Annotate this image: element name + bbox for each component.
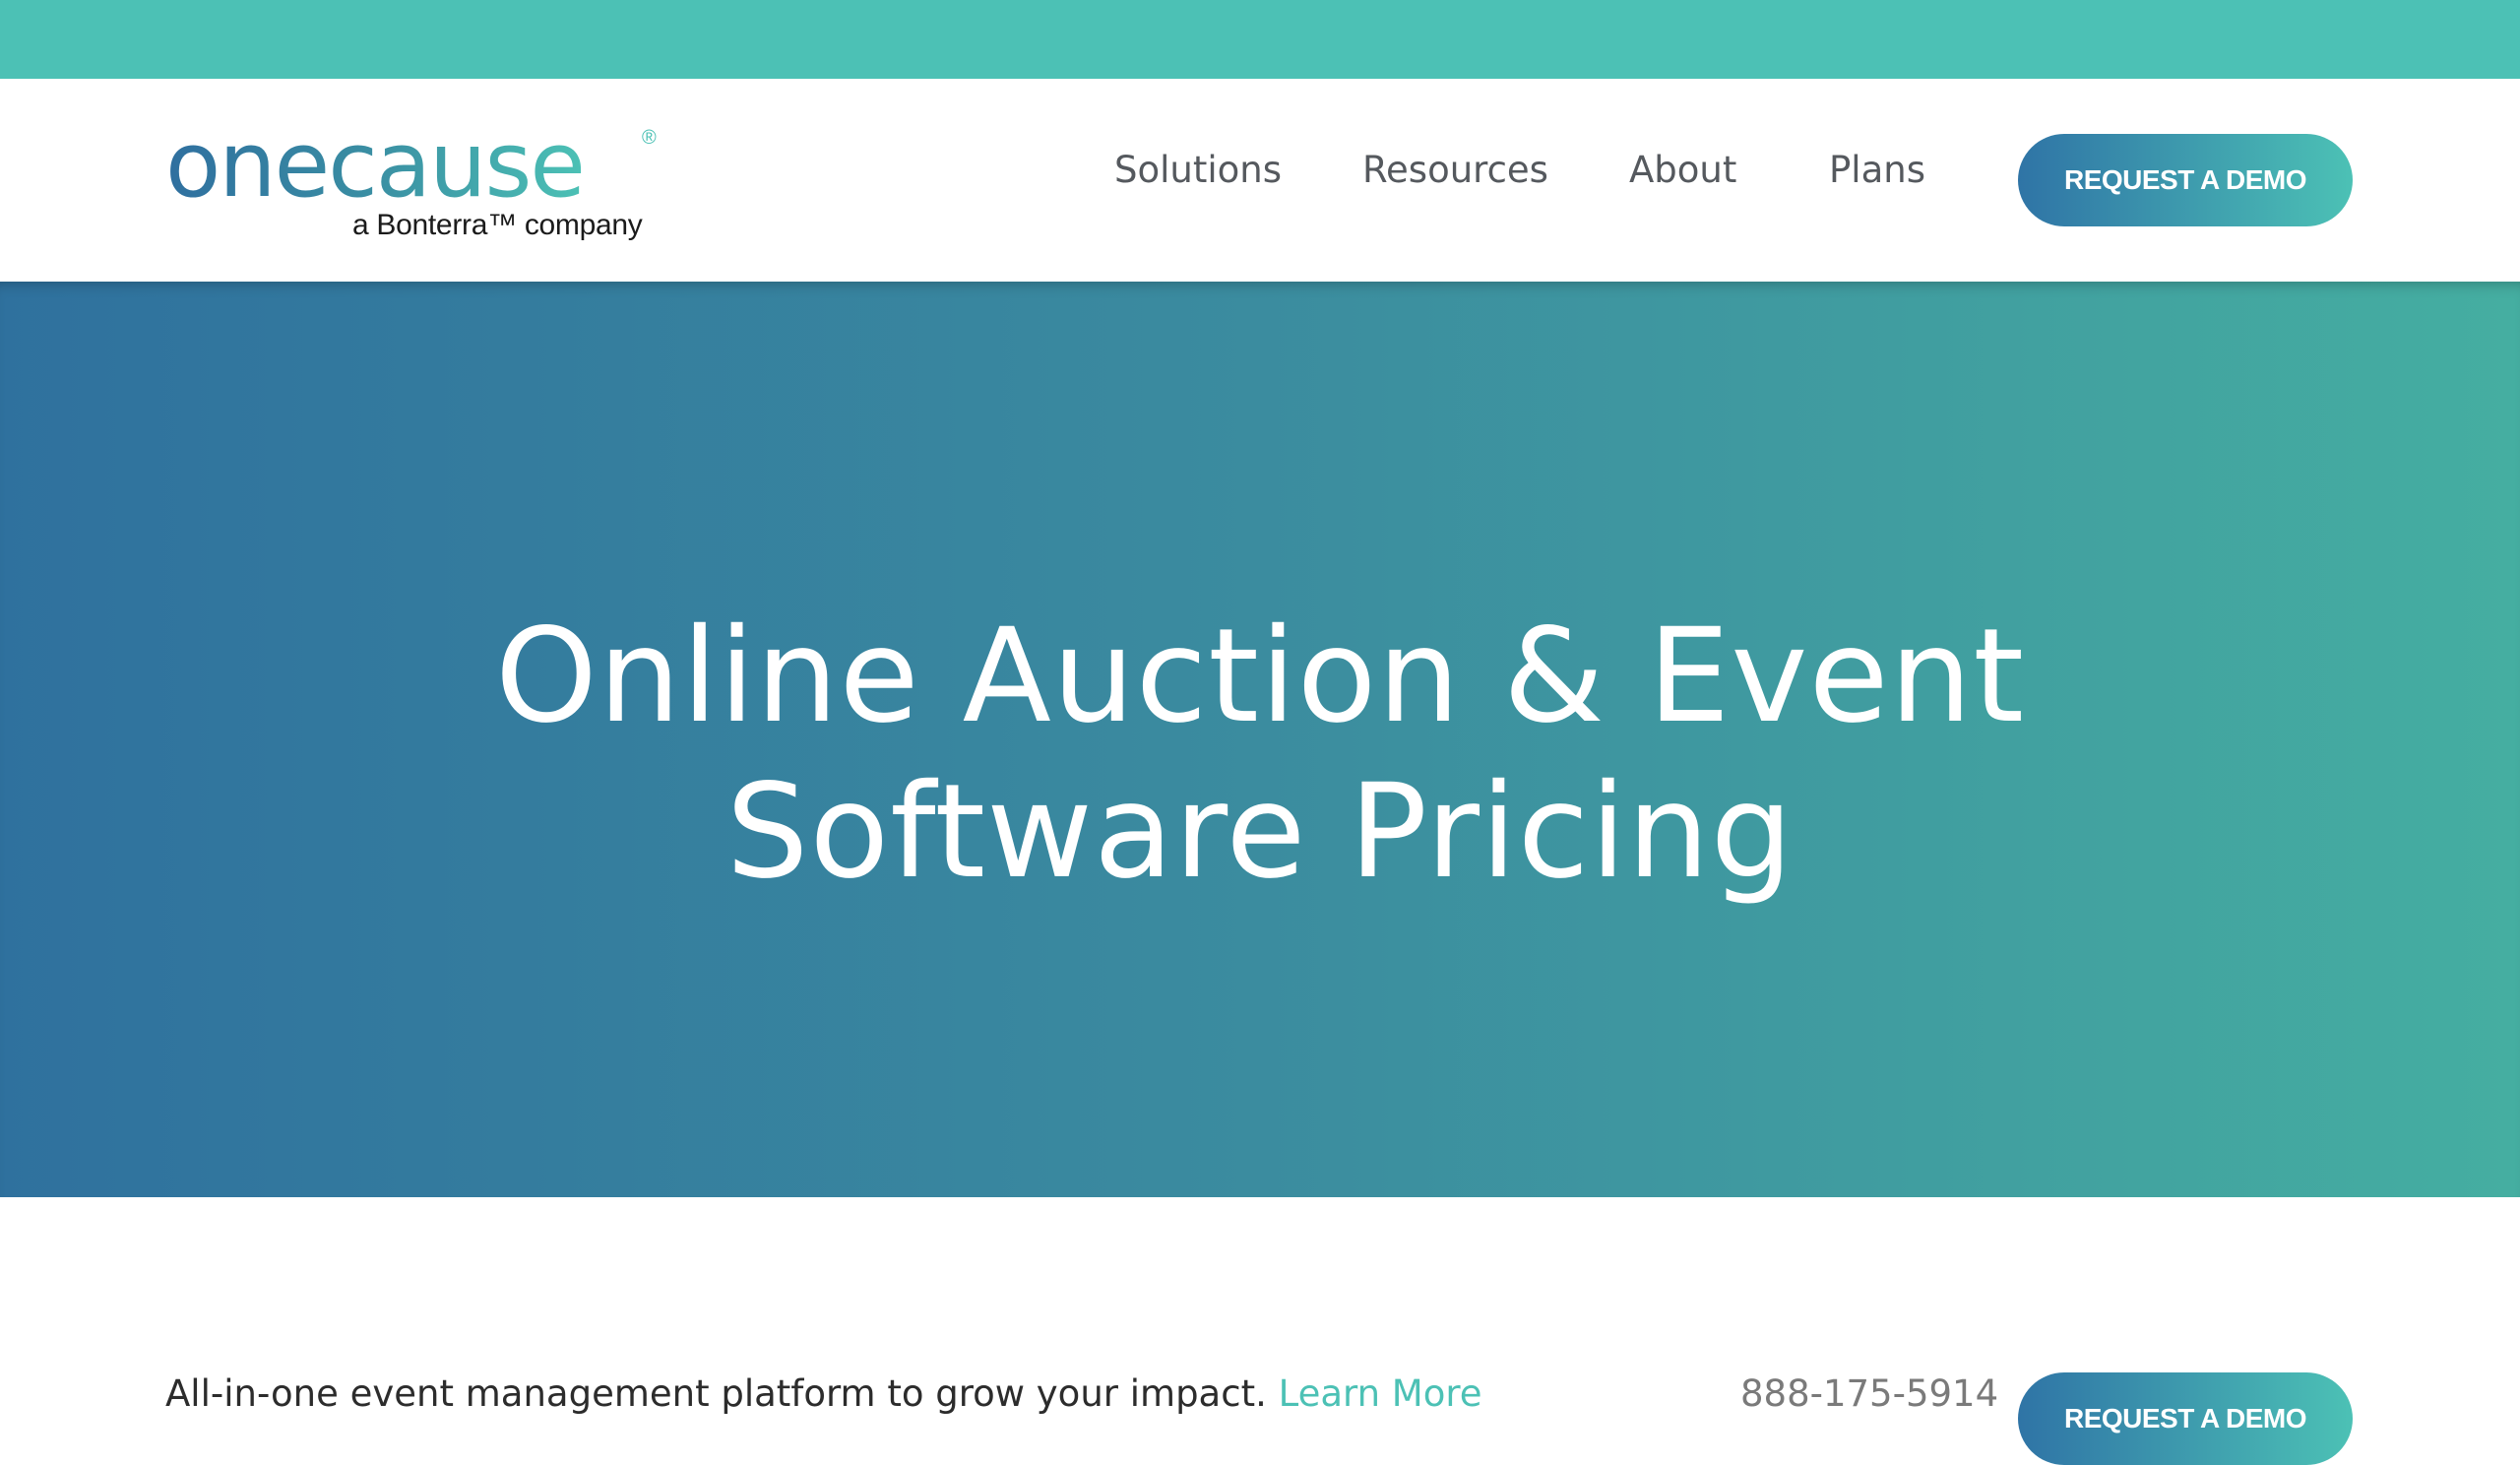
hero-title-line-2: Software Pricing [725,756,1795,908]
nav-item-solutions[interactable]: Solutions [1114,146,1282,195]
learn-more-link[interactable]: Learn More [1279,1372,1482,1415]
subbar-tagline: All-in-one event management platform to … [165,1372,1482,1415]
tagline-text: All-in-one event management platform to … [165,1372,1267,1415]
hero-title-line-1: Online Auction & Event [494,601,2026,752]
registered-mark: ® [642,127,657,149]
phone-number[interactable]: 888-175-5914 [1740,1372,1998,1415]
nav-item-resources[interactable]: Resources [1362,146,1548,195]
sticky-subbar: All-in-one event management platform to … [0,1197,2520,1465]
nav-item-plans[interactable]: Plans [1829,146,1925,195]
nav-item-about[interactable]: About [1629,146,1736,195]
request-demo-button[interactable]: REQUEST A DEMO [2018,134,2353,226]
top-accent-bar [0,0,2520,79]
hero-banner: Online Auction & Event Software Pricing [0,282,2520,1197]
logo-tagline: a Bonterra™ company [352,209,643,241]
hero-title: Online Auction & Event Software Pricing [0,599,2520,910]
subbar-request-demo-button[interactable]: REQUEST A DEMO [2018,1372,2353,1465]
site-header: onecause ® a Bonterra™ company Solutions… [0,79,2520,282]
